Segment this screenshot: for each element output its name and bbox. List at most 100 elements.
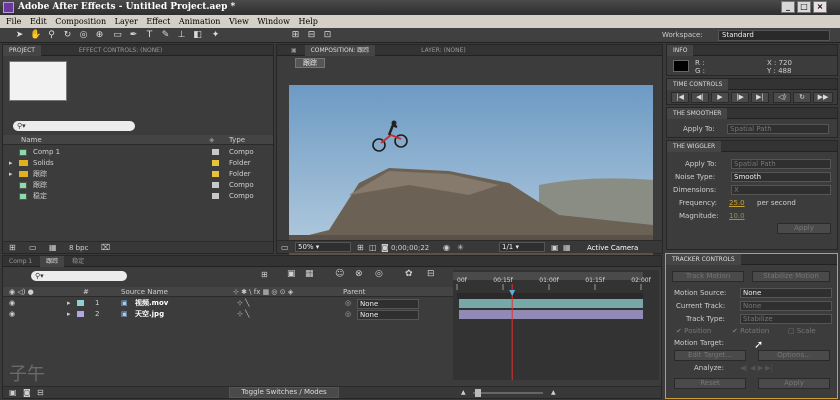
comp-navigator-tab[interactable]: 跟踪 — [295, 58, 325, 68]
transfer-controls-toggle-icon[interactable]: ◙ — [23, 388, 31, 397]
motion-blur-icon[interactable]: ◎ — [375, 269, 383, 279]
wiggler-apply-to-dropdown[interactable]: Spatial Path — [731, 159, 831, 169]
delete-icon[interactable]: ⌧ — [101, 243, 110, 252]
zoom-tool-icon[interactable]: ⚲ — [46, 30, 57, 41]
analyze-controls-icon[interactable]: ◀| ◀ ▶ ▶| — [740, 364, 773, 372]
tab-effect-controls[interactable]: EFFECT CONTROLS: (none) — [73, 45, 168, 56]
track-type-dropdown[interactable]: Stabilize — [740, 314, 832, 324]
project-item[interactable]: ▸ Solids Folder — [3, 158, 273, 169]
tab-layer[interactable]: LAYER: (none) — [415, 45, 472, 56]
tab-time-controls[interactable]: TIME CONTROLS — [667, 79, 729, 90]
track-motion-button[interactable]: Track Motion — [672, 271, 744, 282]
smoother-apply-to-dropdown[interactable]: Spatial Path — [727, 124, 829, 134]
play-icon[interactable]: ▶ — [711, 92, 729, 103]
time-ruler[interactable]: 00f 00:15f 01:00f 01:15f 02:00f — [453, 270, 659, 380]
rectangle-mask-tool-icon[interactable]: ▭ — [112, 30, 123, 41]
brush-tool-icon[interactable]: ✎ — [160, 30, 171, 41]
label-color-swatch[interactable] — [212, 182, 219, 188]
tab-wiggler[interactable]: THE WIGGLER — [667, 141, 722, 152]
video-visibility-icon[interactable]: ◉ — [9, 298, 15, 309]
pan-behind-tool-icon[interactable]: ⊕ — [94, 30, 105, 41]
puppet-pin-tool-icon[interactable]: ✦ — [210, 30, 221, 41]
layer-row[interactable]: ◉ ▸ 2 ▣ 天空.jpg ⊹ ╲ ◎ None — [3, 309, 453, 320]
position-checkbox[interactable]: ✔ Position — [676, 327, 711, 335]
project-item[interactable]: 跟踪 Compo — [3, 180, 273, 191]
stabilize-motion-button[interactable]: Stabilize Motion — [752, 271, 830, 282]
show-channel-icon[interactable]: ✳ — [457, 243, 464, 252]
current-time[interactable]: 0;00;00;22 — [391, 244, 429, 252]
zoom-out-icon[interactable]: ▲ — [461, 389, 466, 396]
layer-name[interactable]: 天空.jpg — [135, 309, 164, 320]
project-item[interactable]: Comp 1 Compo — [3, 147, 273, 158]
graph-editor-icon[interactable]: ⊟ — [427, 269, 435, 279]
motion-source-dropdown[interactable]: None — [740, 288, 832, 298]
layer-name[interactable]: 视频.mov — [135, 298, 168, 309]
project-item[interactable]: ▸ 跟踪 Folder — [3, 169, 273, 180]
frame-blending-icon[interactable]: ⊗ — [355, 269, 363, 279]
parent-dropdown[interactable]: None — [357, 310, 419, 320]
hand-tool-icon[interactable]: ✋ — [30, 30, 41, 41]
take-snapshot-icon[interactable]: ◉ — [443, 243, 450, 252]
interpret-footage-icon[interactable]: ⊞ — [9, 243, 16, 252]
selection-tool-icon[interactable]: ➤ — [14, 30, 25, 41]
tab-tracking[interactable]: 跟踪 — [40, 256, 65, 267]
layer-expand-arrow-icon[interactable]: ▸ — [67, 309, 71, 320]
switches-icons[interactable]: ⊹ ✱ \ fx ▦ ◎ ⊙ ◈ — [233, 287, 293, 297]
magnitude-value[interactable]: 10.0 — [729, 212, 745, 220]
pickwhip-icon[interactable]: ◎ — [345, 298, 351, 309]
new-comp-icon[interactable]: ▦ — [49, 243, 57, 252]
menu-view[interactable]: View — [229, 15, 249, 28]
axis-local-icon[interactable]: ⊞ — [290, 30, 301, 41]
column-number[interactable]: # — [83, 287, 89, 297]
tab-composition[interactable]: COMPOSITION: 跟踪 — [304, 45, 376, 56]
zoom-in-icon[interactable]: ▲ — [551, 389, 556, 396]
layer-duration-bar[interactable] — [459, 310, 643, 319]
timeline-area[interactable] — [453, 270, 659, 380]
column-type[interactable]: Type — [229, 135, 245, 145]
menu-edit[interactable]: Edit — [30, 15, 47, 28]
clone-stamp-tool-icon[interactable]: ⊥ — [176, 30, 187, 41]
loop-icon[interactable]: ↻ — [793, 92, 811, 103]
tracker-apply-button[interactable]: Apply — [758, 378, 830, 389]
shy-layers-icon[interactable]: ☺ — [335, 269, 344, 279]
next-frame-icon[interactable]: |▶ — [731, 92, 749, 103]
camera-view-dropdown[interactable]: Active Camera — [587, 244, 638, 252]
layer-duration-bar[interactable] — [459, 299, 643, 308]
label-color-swatch[interactable] — [212, 149, 219, 155]
zoom-slider-handle[interactable] — [475, 389, 481, 397]
ram-preview-icon[interactable]: ▶▶ — [813, 92, 833, 103]
minimize-button[interactable]: _ — [781, 1, 795, 13]
pickwhip-icon[interactable]: ◎ — [345, 309, 351, 320]
frequency-value[interactable]: 25.0 — [729, 199, 745, 207]
axis-world-icon[interactable]: ⊟ — [306, 30, 317, 41]
first-frame-icon[interactable]: |◀ — [671, 92, 689, 103]
new-folder-icon[interactable]: ▭ — [29, 243, 37, 252]
maximize-button[interactable]: □ — [797, 1, 811, 13]
time-zoom-slider[interactable] — [473, 389, 543, 397]
menu-effect[interactable]: Effect — [146, 15, 170, 28]
audio-icon[interactable]: ◁) — [773, 92, 791, 103]
snapshot-camera-icon[interactable]: ◙ — [381, 243, 389, 252]
wiggler-apply-button[interactable]: Apply — [777, 223, 831, 234]
comp-viewer[interactable] — [289, 85, 653, 265]
bit-depth[interactable]: 8 bpc — [69, 244, 88, 252]
brainstorm-icon[interactable]: ✿ — [405, 269, 413, 279]
timeline-search-input[interactable]: ⚲▾ — [31, 271, 127, 281]
project-search-input[interactable]: ⚲▾ — [13, 121, 135, 131]
av-features-icon[interactable]: ◉ ◁) ● — [9, 287, 34, 297]
edit-target-button[interactable]: Edit Target... — [674, 350, 746, 361]
column-parent[interactable]: Parent — [343, 287, 365, 297]
tab-project[interactable]: PROJECT — [3, 45, 41, 56]
axis-view-icon[interactable]: ⊡ — [322, 30, 333, 41]
text-tool-icon[interactable]: T — [144, 30, 155, 41]
scale-checkbox[interactable]: ▢ Scale — [788, 327, 816, 335]
layer-label-color[interactable] — [77, 300, 84, 306]
column-source-name[interactable]: Source Name — [121, 287, 168, 297]
expand-arrow-icon[interactable]: ▸ — [9, 158, 13, 169]
in-out-toggle-icon[interactable]: ⊟ — [37, 388, 44, 397]
expand-arrow-icon[interactable]: ▸ — [9, 169, 13, 180]
menu-help[interactable]: Help — [298, 15, 317, 28]
layer-row[interactable]: ◉ ▸ 1 ▣ 视频.mov ⊹ ╲ ◎ None — [3, 298, 453, 309]
layer-label-color[interactable] — [77, 311, 84, 317]
close-button[interactable]: × — [813, 1, 827, 13]
